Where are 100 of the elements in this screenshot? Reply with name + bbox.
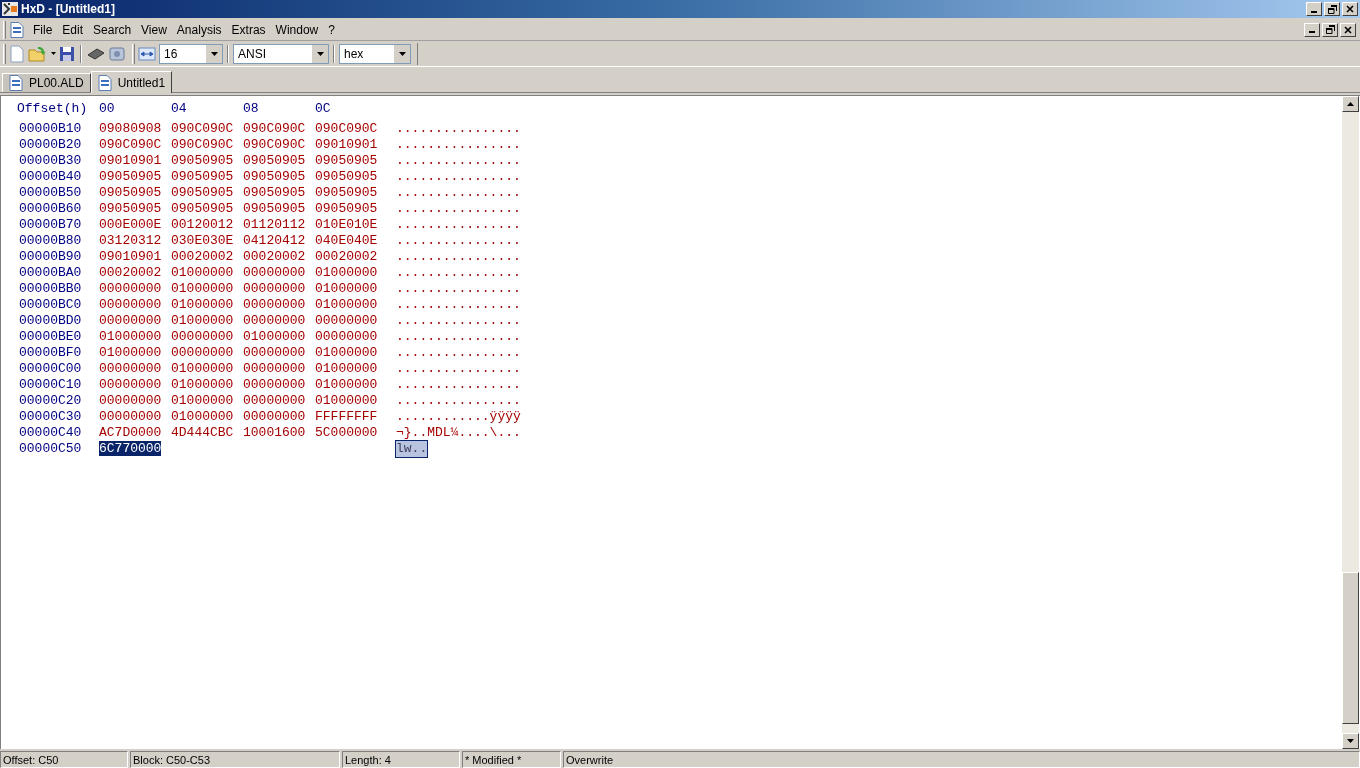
hex-cell[interactable]: 01000000 — [315, 265, 378, 280]
text-cell[interactable]: ................ — [396, 137, 521, 153]
menu-item[interactable]: File — [28, 20, 58, 39]
hex-cell[interactable]: 00000000 — [243, 361, 306, 376]
bytes-per-row-dropdown[interactable]: 16 — [159, 43, 223, 64]
hex-cell[interactable]: 01000000 — [315, 297, 378, 312]
hex-cell[interactable]: 040E040E — [315, 233, 378, 248]
hex-cell[interactable]: 09050905 — [315, 201, 378, 216]
text-cell[interactable]: ................ — [396, 313, 521, 329]
text-cell[interactable]: ................ — [396, 329, 521, 345]
hex-cell[interactable]: 090C090C — [99, 137, 162, 152]
hex-cell[interactable]: 01000000 — [171, 281, 234, 296]
hex-cell[interactable]: 09050905 — [99, 185, 162, 200]
charset-dropdown[interactable]: ANSI — [233, 43, 329, 64]
text-cell[interactable]: ................ — [396, 297, 521, 313]
vertical-scrollbar[interactable] — [1342, 96, 1359, 749]
scroll-up-button[interactable] — [1342, 96, 1359, 112]
hex-cell[interactable]: 09050905 — [171, 169, 234, 184]
hex-cell[interactable]: 01000000 — [171, 265, 234, 280]
hex-cell[interactable]: 00000000 — [99, 377, 162, 392]
text-cell[interactable]: ............ÿÿÿÿ — [396, 409, 521, 425]
hex-cell[interactable]: 09050905 — [99, 169, 162, 184]
hex-cell[interactable]: 01000000 — [171, 297, 234, 312]
menu-item[interactable]: ? — [323, 20, 340, 39]
hex-cell[interactable]: 09050905 — [315, 153, 378, 168]
menu-item[interactable]: View — [136, 20, 172, 39]
text-cell[interactable]: ................ — [396, 121, 521, 137]
hex-cell[interactable]: 09010901 — [99, 249, 162, 264]
text-cell[interactable]: ................ — [396, 393, 521, 409]
hex-cell[interactable]: 01000000 — [315, 361, 378, 376]
hex-cell[interactable]: 00000000 — [315, 313, 378, 328]
hex-cell[interactable]: 6C770000 — [99, 441, 162, 456]
hex-cell[interactable]: 00000000 — [243, 313, 306, 328]
hex-cell[interactable]: 01000000 — [99, 329, 162, 344]
close-button[interactable] — [1342, 2, 1358, 16]
text-cell[interactable]: ................ — [396, 281, 521, 297]
text-cell[interactable]: lw.. — [396, 441, 428, 457]
hex-cell[interactable]: 00020002 — [171, 249, 234, 264]
hex-cell[interactable]: 09050905 — [171, 153, 234, 168]
hex-cell[interactable]: 09050905 — [315, 169, 378, 184]
hex-cell[interactable]: 04120412 — [243, 233, 306, 248]
restore-button[interactable] — [1322, 22, 1338, 37]
hex-cell[interactable]: 00120012 — [171, 217, 234, 232]
hex-cell[interactable]: 00000000 — [243, 345, 306, 360]
document-tab[interactable]: Untitled1 — [90, 71, 173, 93]
hex-cell[interactable]: 09050905 — [243, 169, 306, 184]
hex-cell[interactable]: 00000000 — [243, 377, 306, 392]
scroll-down-button[interactable] — [1342, 733, 1359, 749]
hex-cell[interactable]: 09010901 — [99, 153, 162, 168]
menu-item[interactable]: Window — [270, 20, 324, 39]
hex-cell[interactable]: 00020002 — [243, 249, 306, 264]
dropdown-arrow-icon[interactable] — [51, 52, 56, 55]
hex-cell[interactable]: 00000000 — [99, 361, 162, 376]
hex-cell[interactable]: 09050905 — [315, 185, 378, 200]
text-cell[interactable]: ¬}..MDL¼....\... — [396, 425, 521, 441]
hex-cell[interactable]: 030E030E — [171, 233, 234, 248]
hex-cell[interactable]: 00000000 — [243, 297, 306, 312]
hex-cell[interactable]: 090C090C — [315, 121, 378, 136]
hex-cell[interactable]: 01000000 — [243, 329, 306, 344]
hex-cell[interactable]: 09050905 — [171, 185, 234, 200]
hex-cell[interactable]: 00000000 — [243, 265, 306, 280]
hex-cell[interactable]: 00000000 — [243, 393, 306, 408]
text-cell[interactable]: ................ — [396, 153, 521, 169]
hex-cell[interactable]: 09050905 — [99, 201, 162, 216]
text-cell[interactable]: ................ — [396, 377, 521, 393]
hex-cell[interactable]: 01000000 — [171, 393, 234, 408]
text-cell[interactable]: ................ — [396, 265, 521, 281]
hex-cell[interactable]: 00020002 — [99, 265, 162, 280]
hex-cell[interactable]: 00000000 — [243, 409, 306, 424]
hex-cell[interactable]: 01000000 — [171, 313, 234, 328]
text-cell[interactable]: ................ — [396, 201, 521, 217]
hex-cell[interactable]: 5C000000 — [315, 425, 378, 440]
hex-cell[interactable]: 01000000 — [315, 345, 378, 360]
hex-cell[interactable]: 00000000 — [315, 329, 378, 344]
document-tab[interactable]: PL00.ALD — [2, 73, 91, 92]
hex-cell[interactable]: FFFFFFFF — [315, 409, 378, 424]
hex-cell[interactable]: 090C090C — [171, 121, 234, 136]
hex-cell[interactable]: 00000000 — [171, 345, 234, 360]
hex-cell[interactable]: 000E000E — [99, 217, 162, 232]
hex-cell[interactable]: 01000000 — [315, 377, 378, 392]
hex-cell[interactable]: 09080908 — [99, 121, 162, 136]
hex-cell[interactable]: 00000000 — [243, 281, 306, 296]
hex-cell[interactable]: 01000000 — [171, 409, 234, 424]
hex-cell[interactable]: 01000000 — [99, 345, 162, 360]
hex-cell[interactable]: 00000000 — [99, 297, 162, 312]
menu-item[interactable]: Edit — [57, 20, 89, 39]
hex-cell[interactable]: 09050905 — [243, 153, 306, 168]
hex-cell[interactable]: 09010901 — [315, 137, 378, 152]
hex-cell[interactable]: 090C090C — [243, 121, 306, 136]
minimize-button[interactable] — [1304, 22, 1320, 37]
hex-cell[interactable]: 10001600 — [243, 425, 306, 440]
hex-cell[interactable]: 4D444CBC — [171, 425, 234, 440]
hex-cell[interactable]: 010E010E — [315, 217, 378, 232]
text-cell[interactable]: ................ — [396, 185, 521, 201]
restore-button[interactable] — [1324, 2, 1340, 16]
hex-cell[interactable]: 01000000 — [171, 377, 234, 392]
hex-cell[interactable]: 01000000 — [315, 281, 378, 296]
text-cell[interactable]: ................ — [396, 217, 521, 233]
base-dropdown[interactable]: hex — [339, 43, 411, 64]
hex-cell[interactable]: 09050905 — [243, 201, 306, 216]
